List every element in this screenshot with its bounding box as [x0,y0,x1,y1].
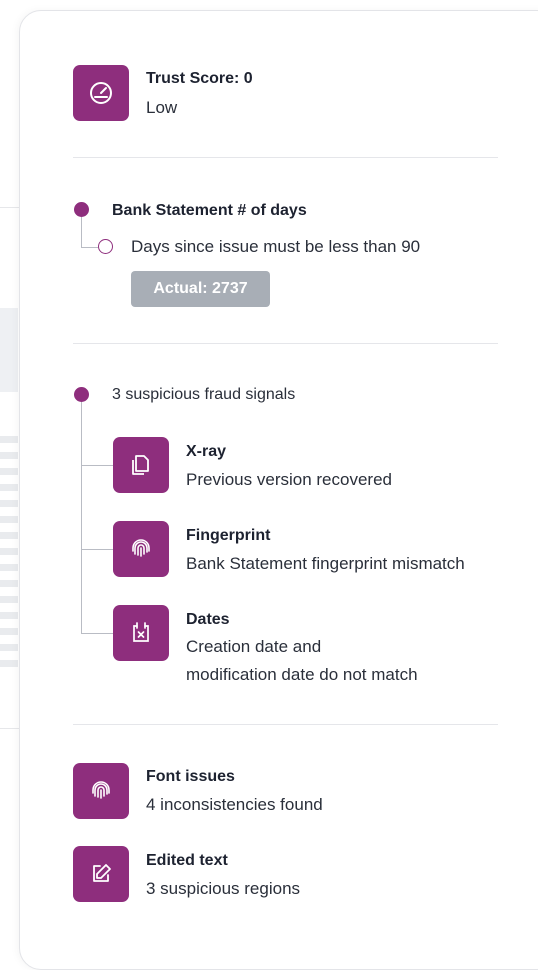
signal-description: Creation date and [186,637,322,656]
section-divider [73,157,498,158]
signal-title: X-ray [186,443,227,460]
trust-score-level: Low [146,98,178,117]
background-row-highlight [0,308,18,392]
rule-condition-marker [98,239,113,254]
tree-connector [81,402,82,634]
issue-description: 3 suspicious regions [146,879,301,898]
signal-title: Dates [186,611,230,628]
issue-description: 4 inconsistencies found [146,795,323,814]
fraud-summary: 3 suspicious fraud signals [112,386,296,403]
tree-connector [81,465,113,466]
calendar-x-icon [113,605,169,661]
section-divider [73,343,498,344]
background-divider [0,728,19,729]
fraud-status-dot [74,387,89,402]
actual-value-badge: Actual: 2737 [131,271,270,307]
signal-description: Bank Statement fingerprint mismatch [186,554,465,573]
tree-connector [81,633,113,634]
section-divider [73,724,498,725]
fingerprint-icon [113,521,169,577]
fingerprint-icon [73,763,129,819]
rule-condition: Days since issue must be less than 90 [131,237,421,256]
tree-connector [81,247,98,248]
copy-icon [113,437,169,493]
signal-description: modification date do not match [186,665,418,684]
signal-title: Fingerprint [186,527,271,544]
tree-connector [81,549,113,550]
edit-icon [73,846,129,902]
tree-connector [81,217,82,248]
rule-status-dot [74,202,89,217]
trust-score-title: Trust Score: 0 [146,70,253,87]
background-divider [0,207,19,208]
signal-description: Previous version recovered [186,470,392,489]
gauge-icon [73,65,129,121]
issue-title: Edited text [146,852,228,869]
issue-title: Font issues [146,768,235,785]
rule-title: Bank Statement # of days [112,202,307,219]
